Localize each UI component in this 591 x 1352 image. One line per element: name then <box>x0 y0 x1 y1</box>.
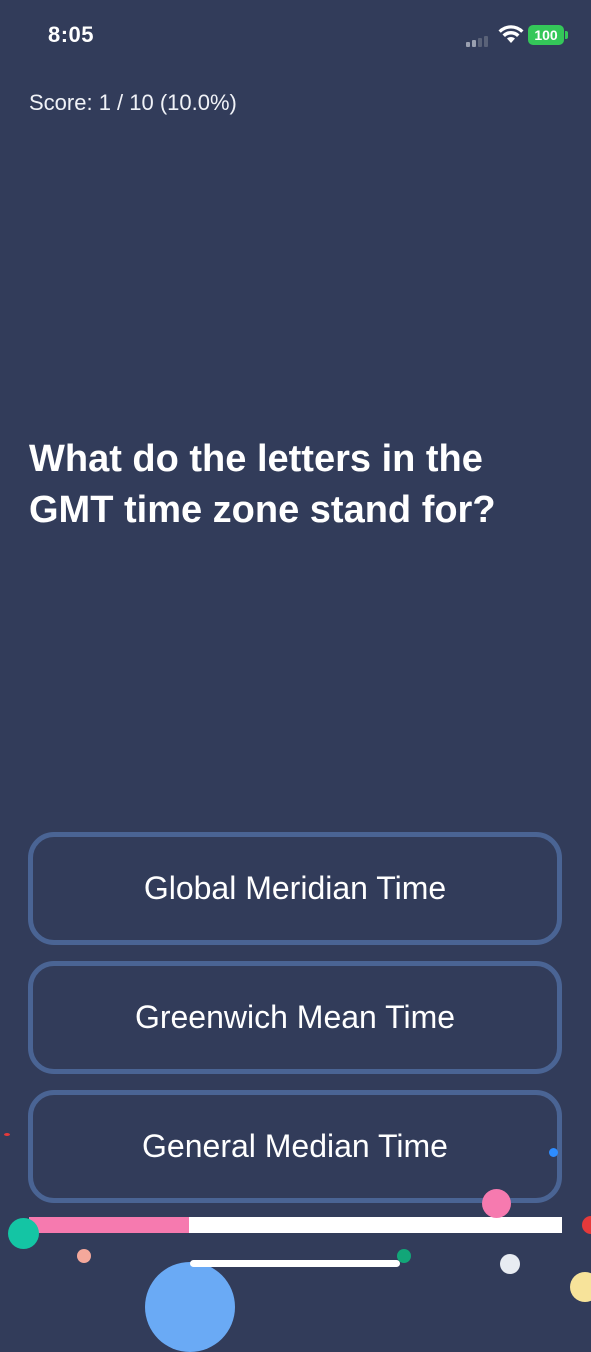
answer-option-2[interactable]: Greenwich Mean Time <box>28 961 562 1074</box>
confetti-dot <box>8 1218 39 1249</box>
cellular-signal-icon <box>466 36 488 47</box>
status-time: 8:05 <box>48 22 95 47</box>
confetti-dot <box>570 1272 591 1302</box>
progress-bar <box>29 1217 562 1233</box>
answer-list: Global Meridian Time Greenwich Mean Time… <box>28 832 562 1219</box>
confetti-dot <box>500 1254 520 1274</box>
confetti-dot <box>482 1189 511 1218</box>
confetti-dot <box>145 1262 235 1352</box>
progress-bar-fill <box>29 1217 189 1233</box>
battery-cap <box>565 31 568 39</box>
confetti-dot <box>77 1249 91 1263</box>
wifi-icon <box>498 25 524 43</box>
answer-option-3[interactable]: General Median Time <box>28 1090 562 1203</box>
score-label: Score: 1 / 10 (10.0%) <box>29 90 237 115</box>
confetti-dot <box>549 1148 558 1157</box>
status-bar: 8:05 100 <box>0 0 591 72</box>
battery-icon: 100 <box>528 25 564 45</box>
answer-option-1[interactable]: Global Meridian Time <box>28 832 562 945</box>
confetti-dot <box>582 1216 591 1234</box>
confetti-dot <box>4 1133 10 1136</box>
battery-level: 100 <box>534 27 558 43</box>
question-text: What do the letters in the GMT time zone… <box>29 438 496 531</box>
home-indicator[interactable] <box>190 1260 400 1267</box>
